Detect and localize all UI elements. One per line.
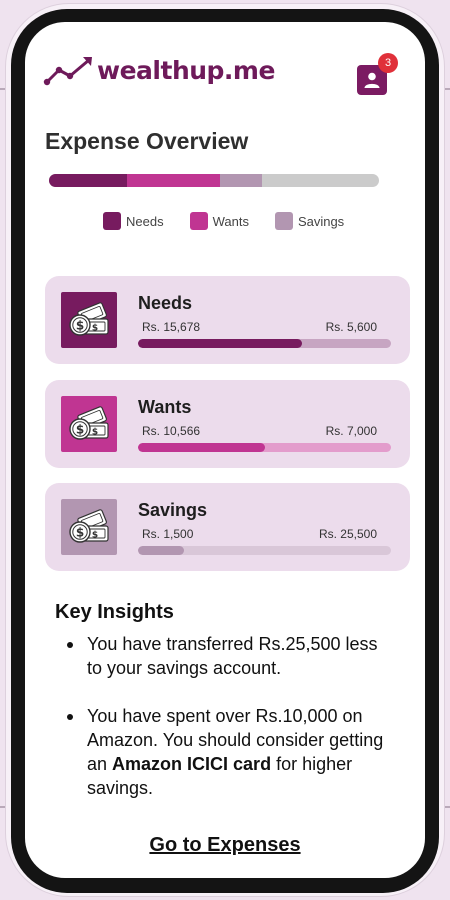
progress-fill	[138, 546, 184, 555]
svg-text:$: $	[92, 531, 98, 541]
legend-label: Wants	[212, 213, 249, 229]
cash-icon: $ $	[61, 396, 117, 452]
insight-item: You have spent over Rs.10,000 on Amazon.…	[67, 704, 387, 800]
brand-name: wealthup.me	[97, 55, 275, 85]
legend-item-savings: Savings	[274, 212, 345, 230]
svg-text:$: $	[92, 324, 98, 334]
legend-label: Savings	[297, 213, 345, 229]
budget-amount: Rs. 5,600	[325, 320, 377, 334]
legend-swatch	[189, 212, 208, 230]
insight-text: You have transferred Rs.25,500 less to y…	[87, 634, 378, 678]
card-title: Needs	[138, 293, 193, 313]
progress-track	[138, 546, 391, 555]
budget-amount: Rs. 7,000	[325, 424, 377, 438]
spent-amount: Rs. 10,566	[142, 424, 201, 438]
insight-text-highlight: Amazon ICICI card	[112, 754, 272, 774]
svg-text:$: $	[76, 423, 84, 437]
progress-fill	[138, 443, 265, 452]
category-card-wants[interactable]: $ $ Wants Rs. 10,566 Rs. 7,000	[45, 380, 410, 468]
cash-icon: $ $	[61, 499, 117, 555]
legend-label: Needs	[126, 213, 164, 229]
legend-item-needs: Needs	[103, 212, 164, 230]
brand-logo[interactable]: wealthup.me	[43, 52, 275, 88]
spent-amount: Rs. 1,500	[142, 527, 194, 541]
go-to-expenses-link[interactable]: Go to Expenses	[25, 834, 425, 857]
insights-title: Key Insights	[55, 601, 174, 623]
overview-segment-wants	[126, 174, 220, 187]
insight-item: You have transferred Rs.25,500 less to y…	[67, 632, 387, 680]
user-icon	[364, 72, 380, 88]
progress-track	[138, 339, 391, 348]
svg-text:$: $	[76, 319, 84, 333]
cash-icon: $ $	[61, 292, 117, 348]
category-card-savings[interactable]: $ $ Savings Rs. 1,500 Rs. 25,500	[45, 483, 410, 571]
legend-item-wants: Wants	[189, 212, 249, 230]
budget-amount: Rs. 25,500	[318, 527, 377, 541]
card-title: Savings	[138, 500, 208, 520]
overview-segment-savings	[219, 174, 262, 187]
bullet-icon	[67, 714, 73, 720]
category-card-needs[interactable]: $ $ Needs Rs. 15,678 Rs. 5,600	[45, 276, 410, 364]
app-screen: wealthup.me 3 Expense Overview Needs Wan…	[25, 22, 425, 878]
card-title: Wants	[138, 397, 192, 417]
progress-track	[138, 443, 391, 452]
legend-swatch	[103, 212, 121, 230]
bullet-icon	[67, 642, 73, 648]
page-title: Expense Overview	[45, 128, 249, 154]
overview-segment-needs	[49, 174, 127, 187]
overview-legend: Needs Wants Savings	[103, 212, 344, 230]
progress-fill	[138, 339, 303, 348]
trend-line-icon	[43, 57, 92, 86]
svg-text:$: $	[76, 526, 84, 540]
spent-amount: Rs. 15,678	[142, 320, 201, 334]
notification-badge[interactable]: 3	[378, 53, 398, 73]
legend-swatch	[274, 212, 293, 230]
expense-overview-bar	[49, 174, 379, 187]
svg-text:$: $	[92, 428, 98, 438]
